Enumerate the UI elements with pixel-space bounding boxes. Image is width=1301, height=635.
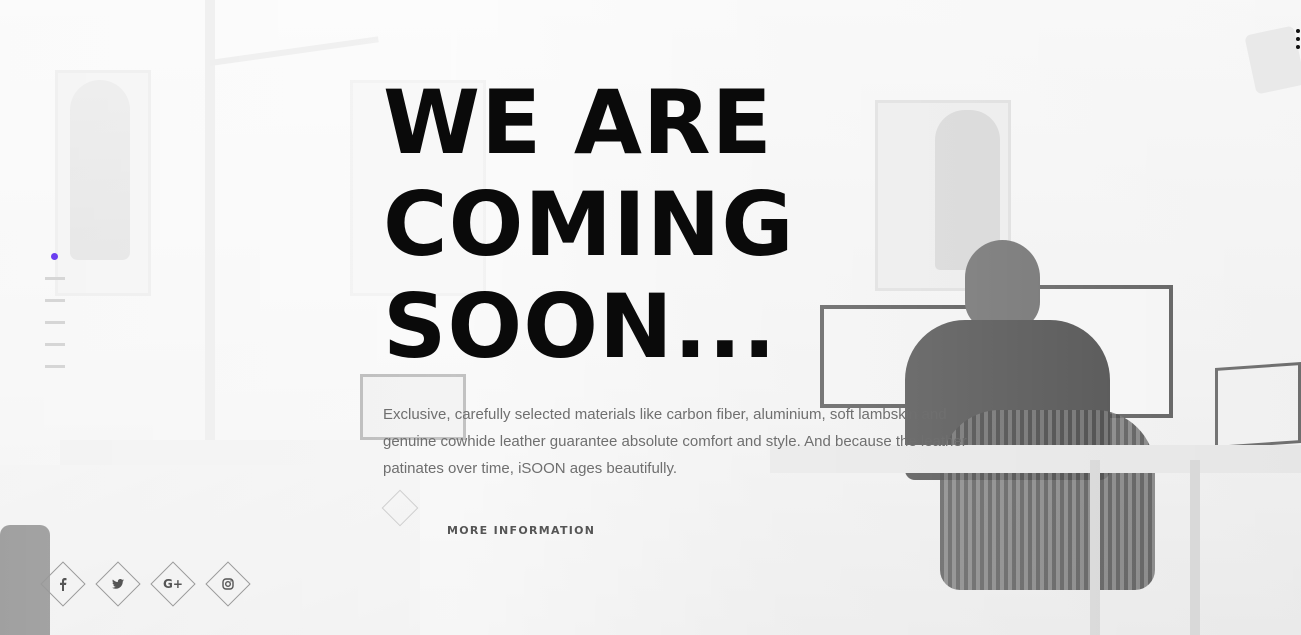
more-information-button[interactable]: MORE INFORMATION xyxy=(381,489,595,542)
headline-line: SOON... xyxy=(383,275,777,378)
social-facebook-button[interactable] xyxy=(40,561,86,607)
more-information-label[interactable]: MORE INFORMATION xyxy=(447,524,595,537)
twitter-icon xyxy=(99,565,137,603)
pager-bar[interactable] xyxy=(45,321,65,324)
headline-line: WE ARE xyxy=(383,71,773,174)
google-plus-icon: G+ xyxy=(163,577,183,591)
pager-bar[interactable] xyxy=(45,343,65,346)
social-instagram-button[interactable] xyxy=(205,561,251,607)
social-links: G+ xyxy=(40,561,264,607)
facebook-icon xyxy=(44,565,82,603)
pager-bar[interactable] xyxy=(45,365,65,368)
pager-bar[interactable] xyxy=(45,277,65,280)
pager-active-dot[interactable] xyxy=(51,253,58,260)
pager-bar[interactable] xyxy=(45,299,65,302)
social-twitter-button[interactable] xyxy=(95,561,141,607)
hero-description: Exclusive, carefully selected materials … xyxy=(383,406,967,477)
social-google-plus-button[interactable]: G+ xyxy=(150,561,196,607)
menu-dots-icon[interactable] xyxy=(1293,29,1301,55)
headline-line: COMING xyxy=(383,173,795,276)
instagram-icon xyxy=(209,565,247,603)
slide-pager xyxy=(45,253,65,368)
page-headline: WE ARE COMING SOON... xyxy=(383,72,795,378)
